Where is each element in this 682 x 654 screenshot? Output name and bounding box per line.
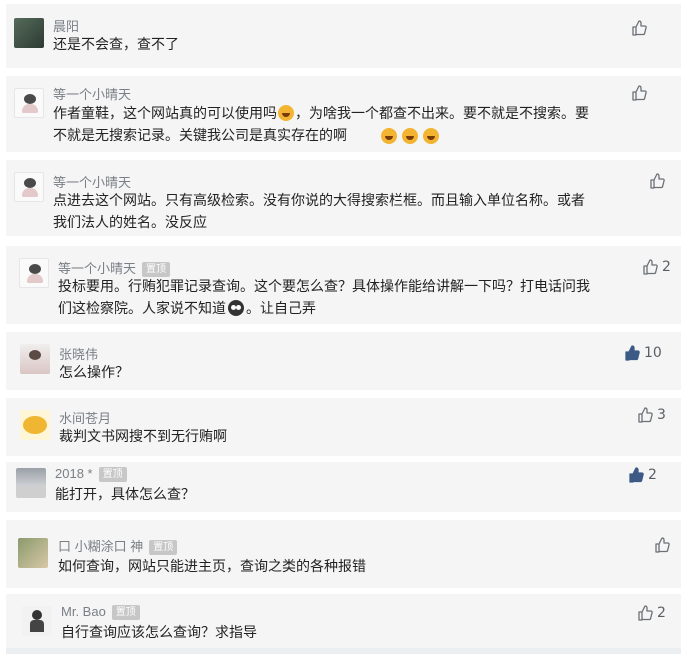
like-button[interactable] — [654, 536, 670, 554]
grin-emoji-icon — [381, 128, 397, 144]
thumbs-up-icon — [629, 467, 644, 483]
like-button[interactable] — [649, 172, 665, 190]
owl-emoji-icon — [228, 300, 244, 316]
like-count: 2 — [662, 259, 671, 275]
pinned-badge: 置顶 — [149, 540, 178, 555]
comment-card: 等一个小晴天 置顶 投标要用。行贿犯罪记录查询。这个要怎么查？具体操作能给讲解一下… — [6, 246, 681, 324]
grin-emoji-icon — [402, 128, 418, 144]
comment-card: 等一个小晴天 作者童鞋，这个网站真的可以使用吗 ，为啥我一个都查不出来。要不就是不… — [6, 76, 681, 152]
avatar[interactable] — [18, 538, 48, 568]
pinned-badge: 置顶 — [98, 467, 127, 482]
comment-text: 裁判文书网搜不到无行贿啊 — [59, 429, 227, 445]
commenter-name[interactable]: 2018 * 置顶 — [55, 466, 127, 482]
commenter-name[interactable]: 水间苍月 — [59, 408, 111, 427]
grin-emoji-icon — [278, 105, 294, 121]
like-button[interactable]: 2 — [642, 258, 671, 276]
commenter-name[interactable]: 张晓伟 — [59, 344, 98, 363]
comment-text: 如何查询，网站只能进主页，查询之类的各种报错 — [58, 559, 366, 575]
like-button[interactable] — [631, 19, 647, 37]
comment-text: 点进去这个网站。只有高级检索。没有你说的大得搜索栏框。而且输入单位名称。或者 我… — [53, 193, 585, 231]
thumbs-up-icon — [655, 537, 670, 553]
comment-card: 张晓伟 怎么操作？ 10 — [6, 332, 681, 390]
avatar[interactable] — [22, 606, 52, 636]
commenter-name[interactable]: 等一个小晴天 — [53, 84, 131, 103]
avatar[interactable] — [19, 258, 49, 288]
comment-text: 还是不会查，查不了 — [53, 37, 179, 53]
comment-text: 投标要用。行贿犯罪记录查询。这个要怎么查？具体操作能给讲解一下吗？打电话问我 们… — [58, 279, 590, 317]
comment-text: 作者童鞋，这个网站真的可以使用吗 ，为啥我一个都查不出来。要不就是不搜索。要 不就… — [53, 105, 589, 144]
thumbs-up-icon — [650, 173, 665, 189]
comment-card: 水间苍月 裁判文书网搜不到无行贿啊 3 — [6, 398, 681, 456]
list-bottom-divider — [6, 648, 681, 654]
comment-text: 怎么操作？ — [59, 365, 129, 381]
like-button[interactable]: 2 — [628, 466, 657, 484]
avatar[interactable] — [20, 410, 50, 440]
pinned-badge: 置顶 — [142, 262, 171, 277]
thumbs-up-icon — [632, 20, 647, 36]
thumbs-up-icon — [643, 259, 658, 275]
comment-text: 自行查询应该怎么查询？求指导 — [61, 625, 257, 641]
like-count: 3 — [657, 407, 666, 423]
like-button[interactable]: 2 — [637, 604, 666, 622]
avatar[interactable] — [16, 468, 46, 498]
like-count: 2 — [648, 467, 657, 483]
avatar[interactable] — [14, 88, 44, 118]
like-button[interactable] — [631, 84, 647, 102]
like-button[interactable]: 3 — [637, 406, 666, 424]
thumbs-up-icon — [638, 605, 653, 621]
comment-list: 晨阳 还是不会查，查不了 等一个小晴天 作者童鞋，这个网站真的可以使用吗 ，为啥我… — [0, 0, 682, 654]
comment-card: Mr. Bao 置顶 自行查询应该怎么查询？求指导 2 — [6, 594, 681, 648]
thumbs-up-icon — [632, 85, 647, 101]
avatar[interactable] — [14, 172, 44, 202]
commenter-name[interactable]: Mr. Bao 置顶 — [61, 604, 140, 620]
commenter-name[interactable]: 晨阳 — [53, 16, 79, 35]
like-count: 10 — [644, 345, 662, 361]
like-count: 2 — [657, 605, 666, 621]
commenter-name[interactable]: 等一个小晴天 — [53, 172, 131, 191]
avatar[interactable] — [14, 18, 44, 48]
comment-card: 口 小糊涂口 神置顶 如何查询，网站只能进主页，查询之类的各种报错 — [6, 520, 681, 588]
comment-card: 晨阳 还是不会查，查不了 — [6, 4, 681, 68]
commenter-name[interactable]: 等一个小晴天 置顶 — [58, 258, 171, 277]
thumbs-up-icon — [625, 345, 640, 361]
grin-emoji-icon — [423, 128, 439, 144]
comment-card: 等一个小晴天 点进去这个网站。只有高级检索。没有你说的大得搜索栏框。而且输入单位… — [6, 160, 681, 236]
pinned-badge: 置顶 — [111, 605, 140, 620]
comment-text: 能打开，具体怎么查？ — [55, 487, 195, 503]
thumbs-up-icon — [638, 407, 653, 423]
like-button[interactable]: 10 — [624, 344, 662, 362]
comment-card: 2018 * 置顶 能打开，具体怎么查？ 2 — [6, 462, 681, 512]
avatar[interactable] — [20, 344, 50, 374]
commenter-name[interactable]: 口 小糊涂口 神置顶 — [58, 536, 178, 555]
